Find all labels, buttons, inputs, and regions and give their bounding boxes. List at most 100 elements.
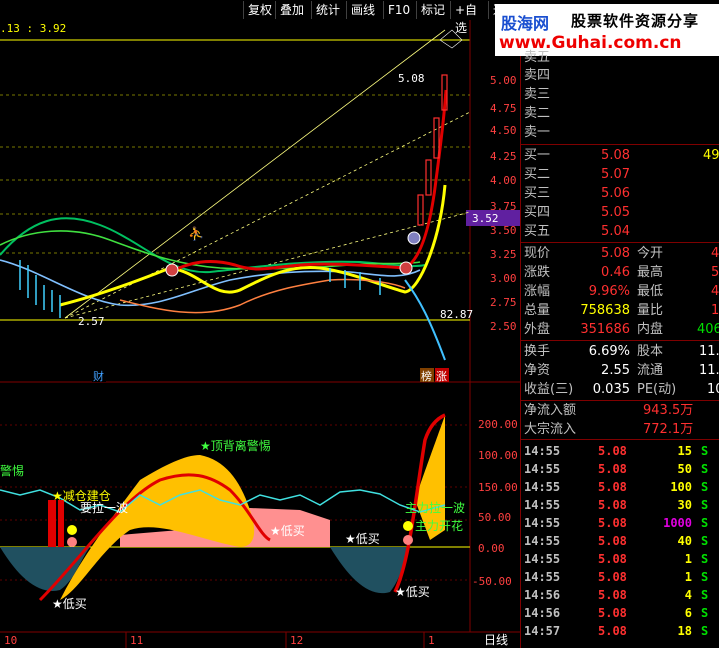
ma-line-red <box>169 89 448 274</box>
stat-value: 5 <box>711 265 719 280</box>
stat-row: 涨幅 9.96% 最低 4 <box>521 282 719 301</box>
price-tick: 3.00 <box>490 272 517 285</box>
bid-volume: 49 <box>703 148 719 163</box>
tick-time: 14:55 <box>524 516 561 530</box>
low-buy-label: ★低买 <box>345 532 380 546</box>
shield-marker[interactable] <box>407 231 421 245</box>
separator <box>521 439 719 440</box>
tick-time: 14:55 <box>524 462 561 476</box>
tick-volume: 4 <box>684 588 692 602</box>
tick-time: 14:57 <box>524 624 561 638</box>
indicator-tick: 0.00 <box>478 542 505 555</box>
tick-price: 5.08 <box>598 570 627 584</box>
tick-flag: S <box>701 606 709 620</box>
ball-marker[interactable] <box>165 263 179 277</box>
red-bar <box>58 500 64 547</box>
stat-value: 351686 <box>580 322 630 337</box>
price-gridlines <box>0 94 470 254</box>
tick-price: 5.08 <box>598 480 627 494</box>
indicator-tick: -50.00 <box>472 575 512 588</box>
tick-volume: 30 <box>677 498 692 512</box>
flow-row: 净流入额 943.5万 <box>521 401 719 420</box>
indicator-tick: 50.00 <box>478 511 511 524</box>
stat-label: 外盘 <box>524 322 551 337</box>
tick-time: 14:55 <box>524 552 561 566</box>
tick-row: 14:55 5.08 100 S <box>521 478 719 496</box>
stat-label: 现价 <box>524 246 551 261</box>
stat-label: 涨幅 <box>524 284 551 299</box>
stat-label: 最低 <box>637 284 664 299</box>
bid-row: 买五 5.04 <box>521 222 719 241</box>
separator <box>521 340 719 341</box>
signal-marker <box>403 521 413 531</box>
ask-label: 卖五 <box>524 50 551 65</box>
price-tick: 4.75 <box>490 102 517 115</box>
flow-label: 大宗流入 <box>524 422 577 437</box>
bid-label: 买四 <box>524 205 551 220</box>
tick-time: 14:56 <box>524 588 561 602</box>
low-buy-label: ★低买 <box>52 597 87 611</box>
stat-value: 10 <box>707 382 719 397</box>
runner-icon: ⛹ <box>188 225 204 242</box>
tick-flag: S <box>701 516 709 530</box>
ma-line-lime <box>0 230 421 270</box>
flow-value: 772.1万 <box>643 422 694 437</box>
stat-row: 涨跌 0.46 最高 5 <box>521 263 719 282</box>
ma-line-yellow <box>59 184 447 307</box>
tick-flag: S <box>701 498 709 512</box>
warning-label: 警惕 <box>0 463 24 478</box>
tick-row: 14:55 5.08 1 S <box>521 568 719 586</box>
ball-marker[interactable] <box>399 261 413 275</box>
signal-marker <box>67 525 77 535</box>
price-tick: 4.50 <box>490 124 517 137</box>
top-divergence-label: ★顶背离警惕 <box>200 438 271 453</box>
rise-marker[interactable]: 涨 <box>436 370 447 383</box>
stat-label: 量比 <box>637 303 664 318</box>
tick-flag: S <box>701 570 709 584</box>
stat-value: 5.08 <box>601 246 630 261</box>
period-selector[interactable]: 日线 <box>484 633 508 647</box>
stat-value: 2.55 <box>601 363 630 378</box>
stat-value: 6.69% <box>588 344 630 359</box>
bid-price: 5.04 <box>601 224 630 239</box>
stat-row: 现价 5.08 今开 4 <box>521 244 719 263</box>
stat-label: 今开 <box>637 246 664 261</box>
stat-label: 总量 <box>524 303 551 318</box>
bid-price: 5.07 <box>601 167 630 182</box>
tick-flag: S <box>701 552 709 566</box>
price-tick: 2.50 <box>490 320 517 333</box>
tick-volume: 50 <box>677 462 692 476</box>
flow-label: 净流入额 <box>524 403 577 418</box>
flow-row: 大宗流入 772.1万 <box>521 420 719 439</box>
tick-flag: S <box>701 462 709 476</box>
price-tick: 3.25 <box>490 248 517 261</box>
ask-label: 卖四 <box>524 68 551 83</box>
stat-row: 收益(三) 0.035 PE(动) 10 <box>521 380 719 399</box>
bid-row: 买二 5.07 <box>521 165 719 184</box>
tick-row: 14:55 5.08 1000 S <box>521 514 719 532</box>
separator <box>521 144 719 145</box>
finance-marker[interactable]: 财 <box>93 369 104 383</box>
pump-label: 要拉一波 <box>80 500 128 515</box>
tick-row: 14:57 5.08 18 S <box>521 622 719 640</box>
rank-marker[interactable]: 榜 <box>421 369 432 383</box>
tick-volume: 15 <box>677 444 692 458</box>
ask-row: 卖三 <box>521 85 719 104</box>
tick-flag: S <box>701 534 709 548</box>
bid-price: 5.05 <box>601 205 630 220</box>
signal-marker <box>67 537 77 547</box>
stat-value: 4 <box>711 284 719 299</box>
tick-price: 5.08 <box>598 534 627 548</box>
low-buy-label: ★低买 <box>270 524 305 538</box>
low-price-label: 2.57 <box>78 315 105 328</box>
price-tick: 4.00 <box>490 174 517 187</box>
tick-price: 5.08 <box>598 498 627 512</box>
chart-area[interactable]: 5.00 4.75 4.50 4.25 4.00 3.75 3.50 3.25 … <box>0 0 520 648</box>
tick-row: 14:56 5.08 6 S <box>521 604 719 622</box>
tick-volume: 6 <box>684 606 692 620</box>
high-price-label: 5.08 <box>398 72 425 85</box>
stat-row: 换手 6.69% 股本 11. <box>521 342 719 361</box>
yellow-area <box>60 455 255 600</box>
tick-volume: 1 <box>684 570 692 584</box>
logo-slogan: 股票软件资源分享 <box>571 12 700 30</box>
